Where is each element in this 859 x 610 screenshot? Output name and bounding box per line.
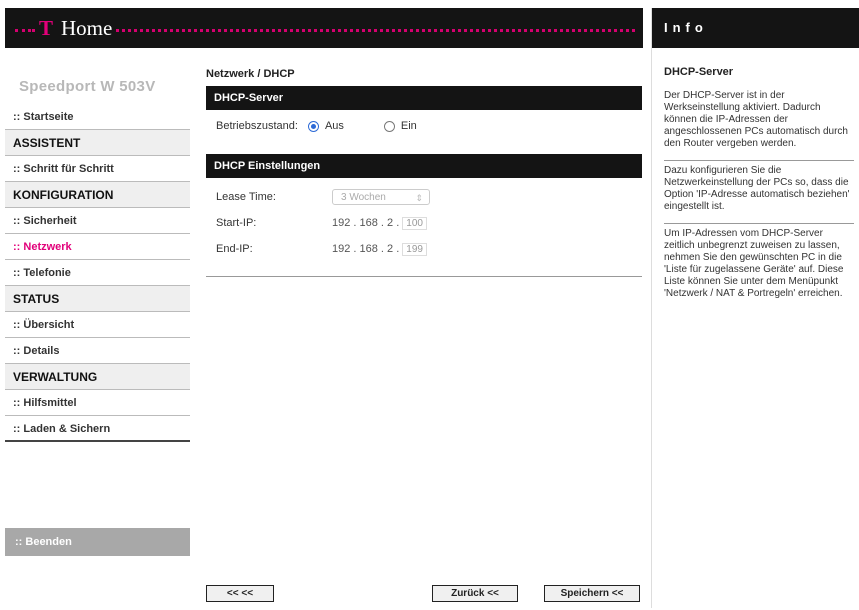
breadcrumb: Netzwerk / DHCP (206, 68, 295, 80)
info-panel: Info DHCP-Server Der DHCP-Server ist in … (651, 8, 859, 608)
lease-time-label: Lease Time: (216, 191, 276, 203)
back-button[interactable]: Zurück << (432, 585, 518, 602)
brand-text: Home (61, 16, 113, 40)
info-body: Der DHCP-Server ist in der Werkseinstell… (652, 90, 859, 300)
start-ip-label: Start-IP: (216, 217, 257, 229)
dhcp-state-row: Betriebszustand: Aus Ein (206, 110, 642, 142)
save-button[interactable]: Speichern << (544, 585, 640, 602)
divider (206, 276, 642, 277)
dhcp-server-header: DHCP-Server (206, 86, 642, 110)
end-ip-label: End-IP: (216, 243, 253, 255)
sidebar-item-hilfsmittel[interactable]: :: Hilfsmittel (5, 390, 190, 416)
dhcp-on-label: Ein (400, 120, 417, 132)
logout-button[interactable]: :: Beenden (5, 528, 190, 556)
select-arrows-icon: ⇕ (415, 193, 423, 203)
first-page-button[interactable]: << << (206, 585, 274, 602)
sidebar-section-status: STATUS (5, 286, 190, 312)
info-paragraph: Dazu konfigurieren Sie die Netzwerkeinst… (664, 160, 854, 213)
sidebar-item-schritt-fuer-schritt[interactable]: :: Schritt für Schritt (5, 156, 190, 182)
info-title: DHCP-Server (664, 66, 734, 78)
sidebar-item-telefonie[interactable]: :: Telefonie (5, 260, 190, 286)
info-paragraph: Der DHCP-Server ist in der Werkseinstell… (664, 90, 848, 149)
sidebar-item-sicherheit[interactable]: :: Sicherheit (5, 208, 190, 234)
end-ip-row: End-IP: 192 . 168 . 2 . 199 (206, 236, 642, 262)
lease-time-select[interactable]: 3 Wochen ⇕ (332, 189, 430, 205)
start-ip-row: Start-IP: 192 . 168 . 2 . 100 (206, 210, 642, 236)
dhcp-off-radio[interactable] (307, 120, 319, 132)
dhcp-state-label: Betriebszustand: (216, 120, 298, 132)
dhcp-settings-header: DHCP Einstellungen (206, 154, 642, 178)
info-heading: Info (652, 8, 859, 48)
dhcp-off-label: Aus (324, 120, 344, 132)
sidebar-item-details[interactable]: :: Details (5, 338, 190, 364)
sidebar-section-konfiguration: KONFIGURATION (5, 182, 190, 208)
sidebar-menu: :: Startseite ASSISTENT :: Schritt für S… (5, 104, 190, 442)
telekom-t-icon: T (39, 16, 54, 40)
sidebar-section-assistent: ASSISTENT (5, 130, 190, 156)
start-ip-prefix: 192 . 168 . 2 . (332, 217, 400, 229)
dhcp-on-radio[interactable] (383, 120, 395, 132)
header-lead-dots (13, 16, 31, 42)
info-paragraph: Um IP-Adressen vom DHCP-Server zeitlich … (664, 223, 854, 300)
header-bar: T Home (5, 8, 643, 48)
sidebar-item-startseite[interactable]: :: Startseite (5, 104, 190, 130)
brand-logo: T Home (35, 16, 117, 41)
sidebar-item-laden-sichern[interactable]: :: Laden & Sichern (5, 416, 190, 442)
start-ip-input[interactable]: 100 (402, 216, 427, 230)
lease-time-row: Lease Time: 3 Wochen ⇕ (206, 184, 642, 210)
main-panel: Netzwerk / DHCP DHCP-Server Betriebszust… (206, 48, 642, 608)
sidebar: Speedport W 503V :: Startseite ASSISTENT… (5, 48, 190, 593)
sidebar-item-uebersicht[interactable]: :: Übersicht (5, 312, 190, 338)
device-name: Speedport W 503V (19, 78, 156, 95)
sidebar-item-netzwerk[interactable]: :: Netzwerk (5, 234, 190, 260)
end-ip-input[interactable]: 199 (402, 242, 427, 256)
end-ip-prefix: 192 . 168 . 2 . (332, 243, 400, 255)
sidebar-section-verwaltung: VERWALTUNG (5, 364, 190, 390)
lease-time-value: 3 Wochen (341, 192, 386, 203)
